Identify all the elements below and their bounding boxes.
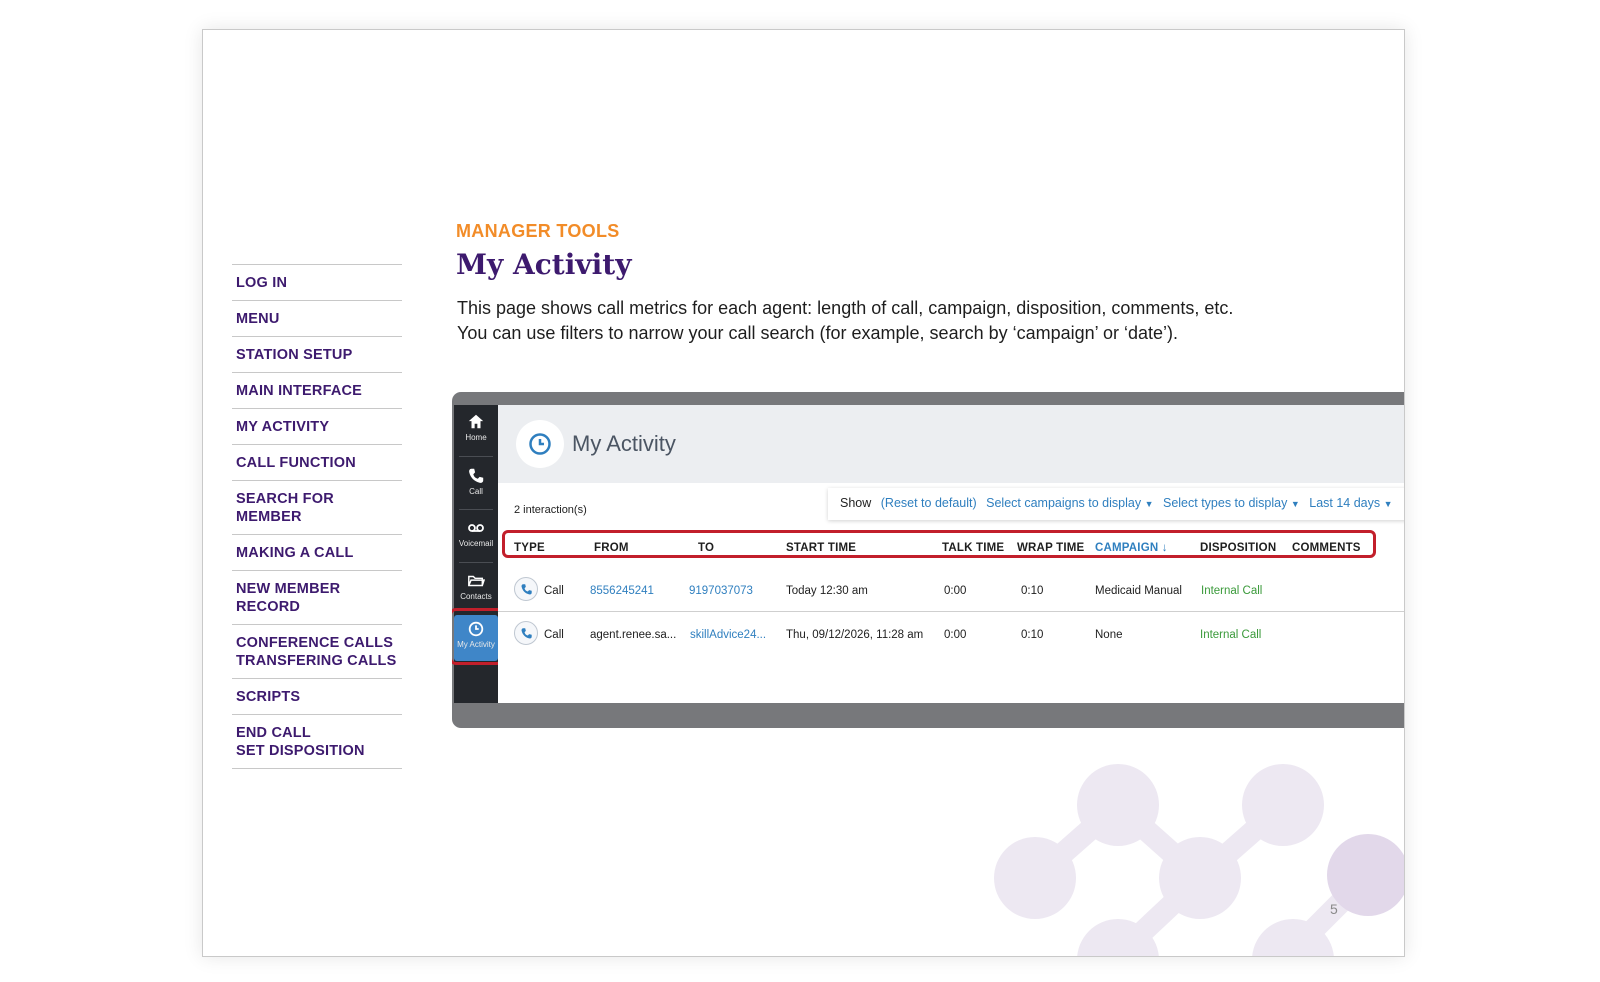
rail-voicemail-label: Voicemail xyxy=(458,539,494,548)
rail-call-label: Call xyxy=(469,487,483,496)
nav-item-search-for-member[interactable]: SEARCH FOR MEMBER xyxy=(232,480,402,534)
molecule-decoration xyxy=(993,730,1404,956)
slide: LOG IN MENU STATION SETUP MAIN INTERFACE… xyxy=(202,29,1405,957)
cell-talk-time: 0:00 xyxy=(944,585,967,597)
nav-item-making-a-call[interactable]: MAKING A CALL xyxy=(232,534,402,570)
chevron-down-icon: ▼ xyxy=(1383,499,1393,509)
cell-type: Call xyxy=(544,629,564,641)
cell-to[interactable]: skillAdvice24... xyxy=(690,629,766,641)
cell-from[interactable]: agent.renee.sa... xyxy=(590,629,676,641)
cell-wrap-time: 0:10 xyxy=(1021,629,1044,641)
description-line-2: You can use filters to narrow your call … xyxy=(457,323,1179,343)
app-sidebar: Home Call Voicemail Contacts My Activity xyxy=(452,405,504,703)
date-range-label: Last 14 days xyxy=(1309,496,1381,510)
column-header-start-time[interactable]: START TIME xyxy=(786,542,856,554)
column-header-talk-time[interactable]: TALK TIME xyxy=(942,542,1004,554)
rail-home-button[interactable]: Home xyxy=(454,407,498,457)
table-row[interactable]: Call agent.renee.sa... skillAdvice24... … xyxy=(498,612,1404,656)
phone-icon xyxy=(514,577,538,601)
phone-icon xyxy=(469,468,484,483)
phone-icon xyxy=(514,621,538,645)
app-title: My Activity xyxy=(572,431,676,456)
nav-item-menu[interactable]: MENU xyxy=(232,300,402,336)
chevron-down-icon: ▼ xyxy=(1144,499,1154,509)
nav-item-station-setup[interactable]: STATION SETUP xyxy=(232,336,402,372)
rail-contacts-label: Contacts xyxy=(460,592,492,601)
rail-divider xyxy=(459,509,493,510)
rail-voicemail-button[interactable]: Voicemail xyxy=(454,513,498,563)
cell-talk-time: 0:00 xyxy=(944,629,967,641)
type-filter-dropdown[interactable]: Select types to display ▼ xyxy=(1163,496,1300,510)
nav-item-my-activity[interactable]: MY ACTIVITY xyxy=(232,408,402,444)
nav-item-log-in[interactable]: LOG IN xyxy=(232,264,402,300)
rail-divider xyxy=(459,456,493,457)
page-description: This page shows call metrics for each ag… xyxy=(457,296,1277,346)
folder-icon xyxy=(468,575,485,587)
column-header-to[interactable]: TO xyxy=(698,542,714,554)
cell-disposition: Internal Call xyxy=(1201,585,1263,597)
page-title: My Activity xyxy=(456,248,632,281)
table-row[interactable]: Call 8556245241 9197037073 Today 12:30 a… xyxy=(498,568,1404,612)
type-filter-label: Select types to display xyxy=(1162,496,1288,510)
filter-show-label: Show xyxy=(840,496,872,510)
filter-bar: Show (Reset to default) Select campaigns… xyxy=(828,488,1404,520)
nav-item-call-function[interactable]: CALL FUNCTION xyxy=(232,444,402,480)
rail-call-button[interactable]: Call xyxy=(454,461,498,511)
voicemail-icon xyxy=(468,524,484,532)
section-kicker: MANAGER TOOLS xyxy=(456,221,620,241)
nav-item-scripts[interactable]: SCRIPTS xyxy=(232,678,402,714)
nav-item-end-call[interactable]: END CALL SET DISPOSITION xyxy=(232,714,402,769)
cell-from[interactable]: 8556245241 xyxy=(590,585,654,597)
description-line-1: This page shows call metrics for each ag… xyxy=(457,298,1234,318)
cell-campaign: None xyxy=(1095,629,1123,641)
column-header-type[interactable]: TYPE xyxy=(514,542,545,554)
column-header-wrap-time[interactable]: WRAP TIME xyxy=(1017,542,1084,554)
column-header-comments[interactable]: COMMENTS xyxy=(1292,542,1361,554)
nav-item-new-member-record[interactable]: NEW MEMBER RECORD xyxy=(232,570,402,624)
column-header-campaign[interactable]: CAMPAIGN ↓ xyxy=(1095,542,1168,554)
rail-divider xyxy=(459,562,493,563)
app-screenshot: Home Call Voicemail Contacts My Activity xyxy=(452,392,1404,728)
app-header: My Activity xyxy=(498,405,1404,483)
page-number: 5 xyxy=(1330,901,1338,917)
cell-disposition: Internal Call xyxy=(1200,629,1262,641)
campaign-filter-dropdown[interactable]: Select campaigns to display ▼ xyxy=(986,496,1153,510)
app-main-panel: My Activity Show (Reset to default) Sele… xyxy=(498,405,1404,703)
rail-home-label: Home xyxy=(465,433,487,442)
cell-type: Call xyxy=(544,585,564,597)
column-header-disposition[interactable]: DISPOSITION xyxy=(1200,542,1276,554)
reset-filters-link[interactable]: (Reset to default) xyxy=(881,496,977,510)
cell-start-time: Thu, 09/12/2026, 11:28 am xyxy=(786,629,924,641)
interaction-count: 2 interaction(s) xyxy=(514,504,587,516)
slide-nav: LOG IN MENU STATION SETUP MAIN INTERFACE… xyxy=(232,264,402,769)
highlight-my-activity xyxy=(452,608,504,665)
chevron-down-icon: ▼ xyxy=(1290,499,1300,509)
nav-item-main-interface[interactable]: MAIN INTERFACE xyxy=(232,372,402,408)
cell-to[interactable]: 9197037073 xyxy=(689,585,753,597)
home-icon xyxy=(468,414,484,429)
column-header-from[interactable]: FROM xyxy=(594,542,629,554)
date-range-dropdown[interactable]: Last 14 days ▼ xyxy=(1309,496,1392,510)
cell-start-time: Today 12:30 am xyxy=(786,585,868,597)
cell-campaign: Medicaid Manual xyxy=(1095,585,1182,597)
activity-clock-icon xyxy=(516,420,564,468)
nav-item-conference-transfer[interactable]: CONFERENCE CALLS TRANSFERING CALLS xyxy=(232,624,402,678)
campaign-filter-label: Select campaigns to display xyxy=(986,496,1142,510)
cell-wrap-time: 0:10 xyxy=(1021,585,1044,597)
